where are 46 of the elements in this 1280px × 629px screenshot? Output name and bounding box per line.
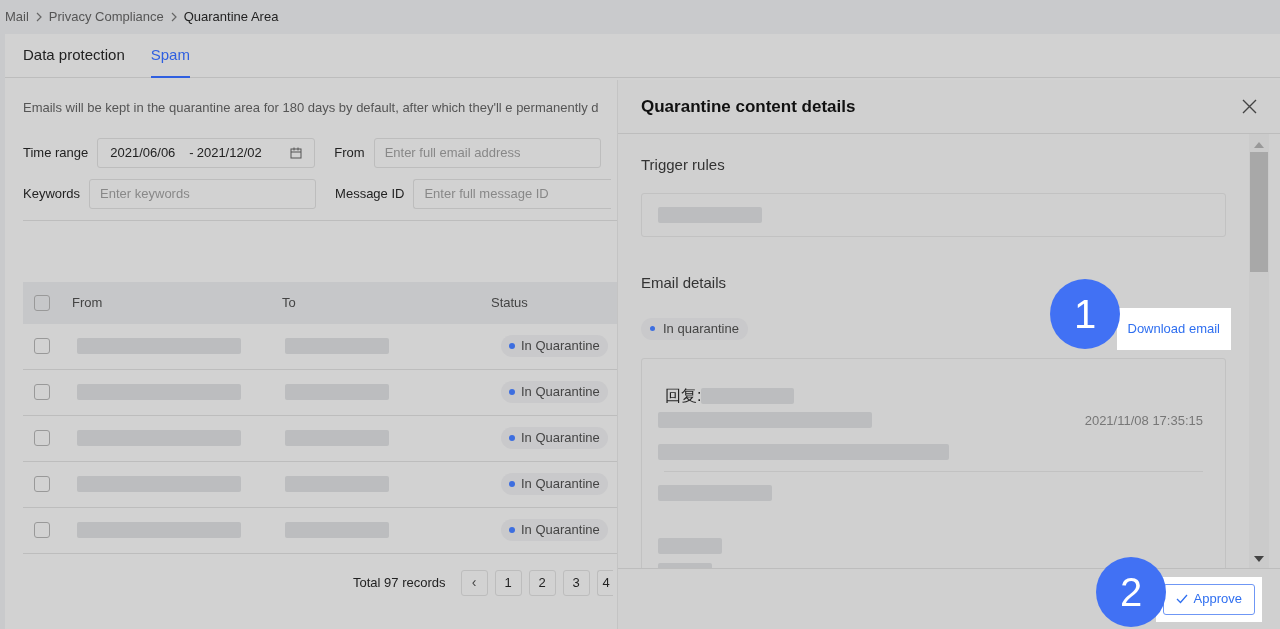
page-button[interactable]: 4 xyxy=(596,569,613,596)
scrollbar[interactable] xyxy=(1249,134,1269,568)
check-icon xyxy=(1175,594,1188,604)
input-field[interactable]: Enter full message ID xyxy=(413,178,612,209)
checkbox[interactable] xyxy=(34,294,50,311)
breadcrumb-link[interactable]: Privacy Compliance xyxy=(48,7,164,27)
section-title: Email details xyxy=(641,272,728,293)
input-field[interactable]: Enter keywords xyxy=(89,178,317,209)
checkbox[interactable] xyxy=(34,338,50,354)
column-header: Status xyxy=(491,293,528,312)
section-title: Trigger rules xyxy=(641,155,726,175)
status-badge: In quarantine xyxy=(641,317,748,340)
date-range-field[interactable]: 2021/06/06 - 2021/12/02 xyxy=(97,137,316,168)
column-header: From xyxy=(72,293,104,312)
checkbox[interactable] xyxy=(34,522,50,538)
page-button[interactable]: 2 xyxy=(528,569,556,596)
field-label: From xyxy=(334,143,365,162)
email-date: 2021/11/08 17:35:15 xyxy=(1084,411,1203,430)
page-button[interactable]: 3 xyxy=(562,569,590,596)
status-badge: In Quarantine xyxy=(501,473,608,495)
status-badge: In Quarantine xyxy=(501,335,608,357)
calendar-icon xyxy=(290,146,303,159)
notice-text: Emails will be kept in the quarantine area for 180 days by default, after which they'll e permanently d xyxy=(23,99,599,117)
field-label: Keywords xyxy=(23,184,81,203)
chevron-right-icon xyxy=(169,12,178,22)
status-badge: In Quarantine xyxy=(501,427,608,449)
email-subject: 回复: xyxy=(665,385,702,406)
input-field[interactable]: Enter full email address xyxy=(373,137,601,168)
tab[interactable]: Data protection xyxy=(23,34,125,78)
status-badge: In Quarantine xyxy=(501,381,608,403)
column-header: To xyxy=(282,293,297,312)
checkbox[interactable] xyxy=(34,430,50,446)
total-records-text: Total 97 records xyxy=(353,573,446,592)
field-label: Message ID xyxy=(335,184,405,203)
field-label: Time range xyxy=(23,143,89,162)
breadcrumb-link[interactable]: Mail xyxy=(5,7,29,27)
status-badge: In Quarantine xyxy=(501,519,608,541)
previous-page-button[interactable]: ‹ xyxy=(460,569,488,596)
tab[interactable]: Spam xyxy=(150,34,190,78)
close-icon[interactable] xyxy=(1242,99,1257,114)
checkbox[interactable] xyxy=(34,476,50,492)
drawer-title: Quarantine content details xyxy=(641,95,856,118)
chevron-right-icon xyxy=(34,12,43,22)
checkbox[interactable] xyxy=(34,384,50,400)
download-email-link[interactable]: Download email xyxy=(1116,308,1231,350)
page-button[interactable]: 1 xyxy=(494,569,522,596)
